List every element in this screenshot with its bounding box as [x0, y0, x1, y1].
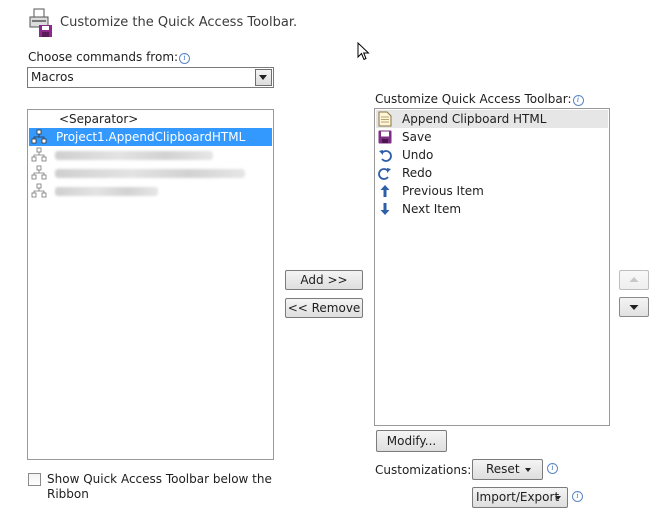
- show-below-ribbon-label[interactable]: Show Quick Access Toolbar below the Ribb…: [47, 472, 272, 502]
- list-item[interactable]: [29, 164, 272, 182]
- triangle-down-icon: [629, 305, 639, 310]
- available-commands-list[interactable]: <Separator> Project1.AppendClipboardHTML: [27, 109, 274, 460]
- mouse-cursor-icon: [357, 42, 370, 61]
- undo-icon: [379, 150, 392, 162]
- macro-icon: [31, 183, 47, 198]
- customize-toolbar-label: Customize Quick Access Toolbar: i: [375, 92, 584, 106]
- reset-dropdown-button[interactable]: Reset: [472, 459, 543, 480]
- remove-button[interactable]: << Remove: [285, 298, 363, 318]
- dialog-title: Customize the Quick Access Toolbar.: [60, 15, 298, 30]
- macro-icon: [31, 129, 47, 144]
- document-icon: [378, 111, 392, 127]
- save-icon: [378, 130, 392, 144]
- list-item[interactable]: Previous Item: [376, 182, 608, 200]
- list-item[interactable]: [29, 146, 272, 164]
- show-below-ribbon-checkbox[interactable]: [28, 473, 41, 486]
- customizations-label: Customizations:: [375, 463, 472, 477]
- triangle-up-icon: [629, 277, 639, 282]
- macro-icon: [31, 165, 47, 180]
- move-down-button[interactable]: [619, 297, 649, 317]
- chevron-down-icon: [555, 496, 561, 500]
- list-item[interactable]: <Separator>: [29, 110, 272, 128]
- add-button[interactable]: Add >>: [285, 270, 363, 290]
- import-export-dropdown-button[interactable]: Import/Export: [472, 487, 568, 508]
- arrow-down-icon: [380, 203, 390, 215]
- modify-button[interactable]: Modify...: [376, 430, 447, 452]
- info-icon[interactable]: i: [547, 463, 558, 474]
- info-icon[interactable]: i: [572, 95, 584, 106]
- info-icon[interactable]: i: [572, 491, 583, 502]
- list-item[interactable]: Next Item: [376, 200, 608, 218]
- macro-icon: [31, 147, 47, 162]
- chevron-down-icon: [525, 468, 531, 472]
- list-item[interactable]: [29, 182, 272, 200]
- list-item[interactable]: Append Clipboard HTML: [376, 110, 608, 128]
- arrow-up-icon: [380, 185, 390, 197]
- move-up-button[interactable]: [619, 270, 649, 290]
- list-item[interactable]: Undo: [376, 146, 608, 164]
- dropdown-value: Macros: [31, 70, 74, 84]
- quick-access-toolbar-icon: [29, 8, 52, 37]
- list-item[interactable]: Project1.AppendClipboardHTML: [29, 128, 272, 146]
- info-icon[interactable]: i: [179, 53, 191, 64]
- choose-commands-label: Choose commands from: i: [28, 50, 191, 64]
- toolbar-commands-list[interactable]: Append Clipboard HTML Save Undo Redo Pre…: [374, 108, 610, 426]
- list-item[interactable]: Save: [376, 128, 608, 146]
- choose-commands-dropdown[interactable]: Macros: [27, 67, 274, 88]
- redo-icon: [378, 168, 391, 180]
- list-item[interactable]: Redo: [376, 164, 608, 182]
- chevron-down-icon[interactable]: [255, 69, 272, 86]
